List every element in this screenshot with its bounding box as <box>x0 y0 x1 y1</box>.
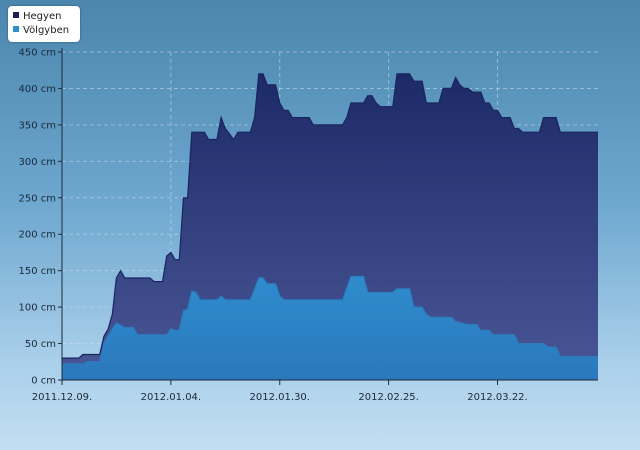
x-tick-label: 2012.03.22. <box>467 392 527 403</box>
y-tick-label: 100 cm <box>18 303 56 314</box>
legend: Hegyen Völgyben <box>8 6 80 42</box>
y-tick-label: 50 cm <box>25 339 56 350</box>
series-areas <box>62 73 598 381</box>
y-tick-label: 250 cm <box>18 193 56 204</box>
y-tick-label: 200 cm <box>18 230 56 241</box>
legend-item-hegyen: Hegyen <box>13 10 61 24</box>
x-tick-label: 2012.02.25. <box>358 392 418 403</box>
snow-depth-chart: 0 cm 50 cm 100 cm 150 cm 200 cm 250 cm 300 cm 3… <box>18 48 598 403</box>
x-tick-label: 2012.01.04. <box>141 392 201 403</box>
legend-swatch-volgyben <box>13 26 19 32</box>
x-tick-label: 2011.12.09. <box>32 392 92 403</box>
legend-label-hegyen: Hegyen <box>23 11 62 22</box>
x-tick-label: 2012.01.30. <box>250 392 310 403</box>
y-tick-label: 350 cm <box>18 120 56 131</box>
legend-label-volgyben: Völgyben <box>23 25 70 36</box>
legend-item-volgyben: Völgyben <box>13 24 69 38</box>
legend-swatch-hegyen <box>13 12 19 18</box>
y-tick-label: 300 cm <box>18 157 56 168</box>
y-tick-label: 150 cm <box>18 266 56 277</box>
y-tick-label: 0 cm <box>31 376 56 387</box>
y-tick-label: 400 cm <box>18 84 56 95</box>
y-tick-label: 450 cm <box>18 48 56 59</box>
